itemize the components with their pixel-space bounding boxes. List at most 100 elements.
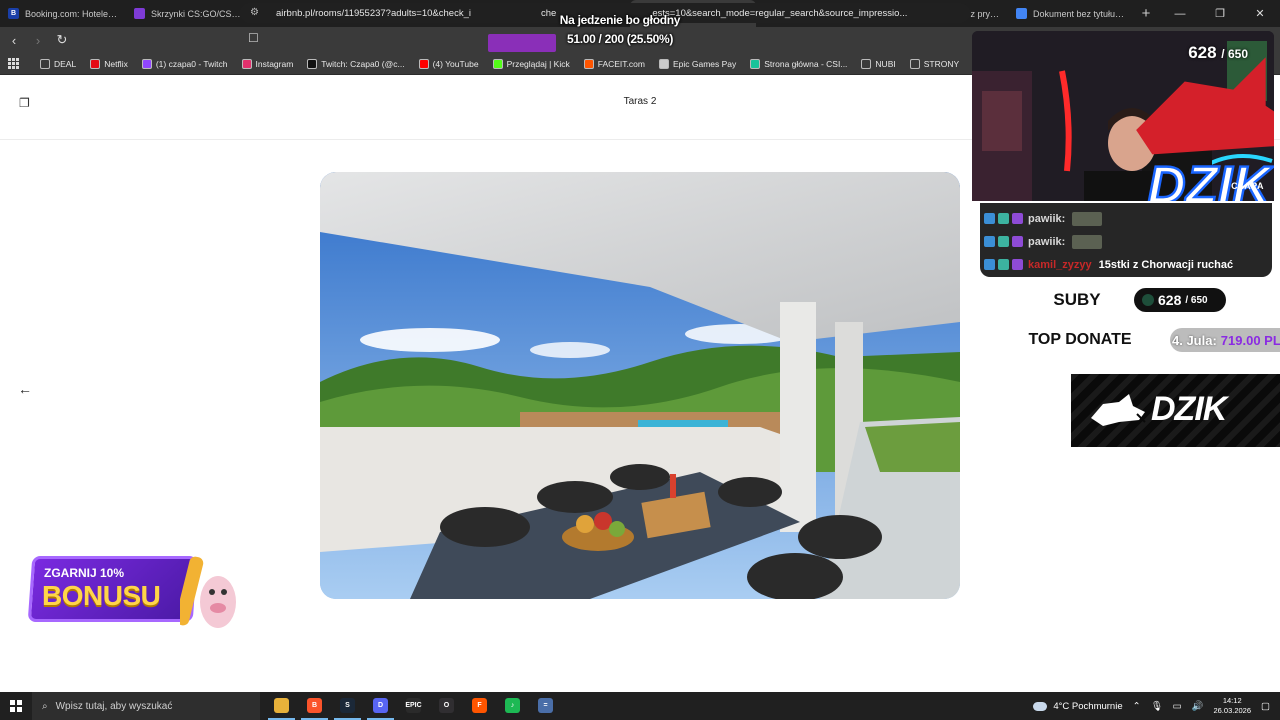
chat-emote-icon [1072, 234, 1103, 249]
close-window-icon[interactable]: ✕ [1240, 0, 1280, 27]
bookmark-label: Netflix [104, 58, 128, 69]
taskbar-app-epic[interactable]: EPIC [400, 692, 427, 720]
tab-label: Dokument bez tytułu - Do [1033, 8, 1126, 19]
bookmark-icon [583, 58, 594, 69]
taskbar-app-steam[interactable]: S [334, 692, 361, 720]
faceit-icon: F [472, 697, 487, 713]
bookmark-item[interactable]: Strona główna - CSI... [750, 58, 847, 69]
chat-badge-icon [998, 213, 1009, 224]
bookmark-label: Twitch: Czapa0 (@c... [321, 58, 405, 69]
bookmark-item[interactable]: Epic Games Pay [658, 58, 736, 69]
bookmark-item[interactable]: NUBI [861, 58, 896, 69]
bookmark-item[interactable]: DEAL [40, 58, 76, 69]
subs-target: / 650 [1185, 294, 1208, 306]
reload-icon[interactable]: ↻ [52, 30, 72, 50]
browser-tab[interactable]: Skrzynki CS:GO/CS2 | G4S [126, 0, 252, 27]
bookmark-item[interactable]: Twitch: Czapa0 (@c... [307, 58, 405, 69]
streamer-webcam: DZIK 628 / 650 CZAPA [972, 31, 1274, 201]
subs-current: 628 [1158, 292, 1182, 308]
bookmark-item[interactable]: Instagram [241, 58, 294, 69]
back-icon[interactable]: ‹ [4, 30, 24, 50]
bookmark-icon [307, 58, 318, 69]
site-info-icon[interactable]: ⚙ [250, 7, 262, 19]
chat-message: kamil_zyzyy 15stki z Chorwacji ruchać [984, 253, 1268, 276]
bookmark-icon [418, 58, 429, 69]
taskbar-app-spotify[interactable]: ♪ [499, 692, 526, 720]
notifications-icon[interactable]: ▢ [1261, 701, 1270, 712]
cam-subs-counter: 628 / 650 [1188, 43, 1248, 63]
chat-message: pawiik: [984, 207, 1268, 230]
previous-photo-icon[interactable]: ← [18, 381, 32, 397]
browser-tab[interactable]: Dokument bez tytułu - Do [1008, 0, 1134, 27]
clock[interactable]: 14:12 26.03.2026 [1213, 696, 1251, 716]
promo-bonus-text: BONUSU [42, 580, 161, 611]
bookmark-label: Instagram [255, 58, 294, 69]
streamer-name: CZAPA [1231, 181, 1264, 191]
villa-terrace-photo [320, 172, 960, 599]
banner-text: DZIK [1151, 390, 1227, 428]
chat-username[interactable]: pawiik: [1028, 213, 1065, 225]
bookmark-item[interactable]: Netflix [90, 58, 128, 69]
bookmark-item[interactable]: STRONY [909, 58, 960, 69]
minimize-icon[interactable]: — [1160, 0, 1200, 27]
bookmark-label: STRONY [923, 58, 960, 69]
weather-widget[interactable]: 4°C Pochmurnie [1033, 700, 1123, 712]
stream-chat: pawiik: pawiik: kamil_zyzyy 15stki z Chorwa… [980, 203, 1272, 277]
mic-icon[interactable]: 🎙 [1151, 701, 1163, 712]
taskbar-app-discord[interactable]: D [367, 692, 394, 720]
top-donate-amount: 719.00 PLN [1220, 332, 1280, 348]
taskbar-apps: B S D EPIC O F ♪ = [268, 692, 559, 720]
cam-subs-target: / 650 [1221, 47, 1248, 61]
browser-tab[interactable]: B Booking.com: Hotele – M [0, 0, 126, 27]
top-donate: TOP DONATE 4. Jula: 719.00 PLN [990, 328, 1280, 352]
bookmark-item[interactable]: FACEIT.com [583, 58, 645, 69]
system-tray: 4°C Pochmurnie ⌃ 🎙 ▭ 🔊 14:12 26.03.2026 … [1033, 692, 1280, 720]
taskbar-app-brave[interactable]: B [301, 692, 328, 720]
bookmark-label: (4) YouTube [432, 58, 479, 69]
tab-favicon-icon: B [8, 8, 19, 19]
chat-badge-icon [1012, 259, 1023, 270]
new-tab-button[interactable]: + [1134, 5, 1158, 22]
chat-badge-icon [998, 259, 1009, 270]
bookmark-item[interactable]: Przeglądaj | Kick [492, 58, 570, 69]
bookmark-page-icon[interactable]: ☐ [248, 31, 259, 45]
taskbar-app-faceit[interactable]: F [466, 692, 493, 720]
tab-label: Skrzynki CS:GO/CS2 | G4S [151, 8, 244, 19]
tab-favicon-icon [134, 8, 145, 19]
bookmark-item[interactable]: (4) YouTube [418, 58, 479, 69]
chat-text: 15stki z Chorwacji ruchać [1098, 258, 1234, 271]
subs-label: SUBY [1053, 290, 1101, 309]
casino-bonus-ad[interactable]: ZGARNIJ 10% BONUSU [27, 552, 236, 634]
taskbar-app-calculator[interactable]: = [532, 692, 559, 720]
chat-username[interactable]: pawiik: [1028, 236, 1065, 248]
spotify-icon: ♪ [505, 697, 520, 713]
chat-username[interactable]: kamil_zyzyy [1028, 259, 1092, 271]
clock-time: 14:12 [1222, 696, 1242, 705]
discord-icon: D [373, 697, 388, 713]
start-button[interactable] [0, 692, 32, 720]
forward-icon[interactable]: › [28, 30, 48, 50]
chat-emote-icon [1072, 211, 1103, 226]
tray-chevron-icon[interactable]: ⌃ [1133, 701, 1141, 712]
epic-icon: EPIC [405, 697, 422, 713]
bookmark-label: NUBI [875, 58, 896, 69]
goal-title: Na jedzenie bo głodny [559, 13, 681, 27]
network-icon[interactable]: ▭ [1173, 701, 1182, 712]
apps-grid-icon[interactable] [8, 57, 20, 70]
restore-icon[interactable]: ❐ [1200, 0, 1240, 27]
bookmark-icon [40, 58, 50, 69]
taskbar-app-obs[interactable]: O [433, 692, 460, 720]
bookmark-icon [90, 58, 101, 69]
steam-icon: S [340, 697, 355, 713]
donation-goal: Na jedzenie bo głodny 51.00 / 200 (25.50… [520, 13, 720, 46]
windows-taskbar: ⌕ Wpisz tutaj, aby wyszukać B S D EPIC O F ♪ = … [0, 692, 1280, 720]
bookmark-item[interactable]: (1) czapa0 - Twitch [141, 58, 228, 69]
brave-icon: B [307, 697, 322, 713]
weather-text: 4°C Pochmurnie [1053, 700, 1123, 712]
taskbar-app-explorer[interactable] [268, 692, 295, 720]
taskbar-search[interactable]: ⌕ Wpisz tutaj, aby wyszukać [32, 692, 260, 720]
cam-subs-current: 628 [1188, 43, 1217, 62]
volume-icon[interactable]: 🔊 [1192, 701, 1204, 712]
bookmark-icon [861, 58, 872, 69]
mascot-icon [180, 556, 236, 628]
